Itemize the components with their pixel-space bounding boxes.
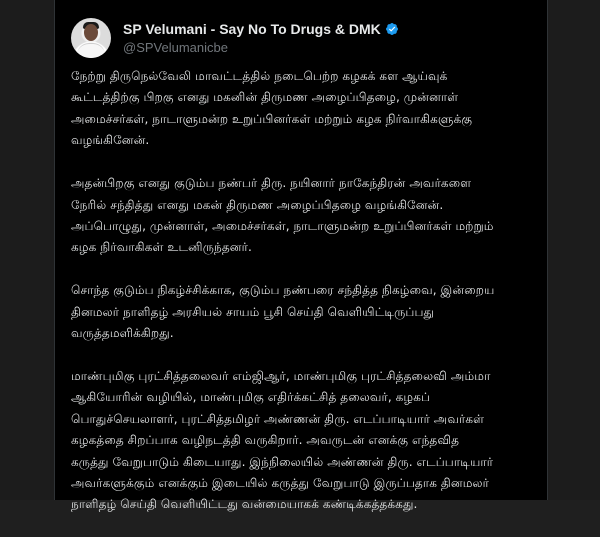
- author-avatar[interactable]: [71, 18, 111, 58]
- avatar-shirt: [77, 43, 105, 58]
- post-paragraph: நேற்று திருநெல்வேலி மாவட்டத்தில் நடைபெற்…: [71, 69, 473, 148]
- post-paragraph: மாண்புமிகு புரட்சித்தலைவர் எம்ஜிஆர், மாண…: [71, 368, 494, 512]
- post-paragraph: அதன்பிறகு எனது குடும்ப நண்பர் திரு. நயின…: [71, 176, 494, 255]
- post-panel: SP Velumani - Say No To Drugs & DMK @SPV…: [54, 0, 548, 511]
- author-handle[interactable]: @SPVelumanicbe: [123, 39, 399, 56]
- verified-badge-icon: [385, 23, 398, 36]
- post-paragraph: சொந்த குடும்ப நிகழ்ச்சிக்காக, குடும்ப நண…: [71, 283, 495, 341]
- author-display-name[interactable]: SP Velumani - Say No To Drugs & DMK: [123, 20, 381, 38]
- avatar-face: [84, 24, 98, 41]
- author-names: SP Velumani - Say No To Drugs & DMK @SPV…: [123, 20, 399, 56]
- post-header: SP Velumani - Say No To Drugs & DMK @SPV…: [71, 18, 399, 58]
- screen-backdrop: SP Velumani - Say No To Drugs & DMK @SPV…: [0, 0, 600, 511]
- display-name-row: SP Velumani - Say No To Drugs & DMK: [123, 20, 399, 38]
- post-body: நேற்று திருநெல்வேலி மாவட்டத்தில் நடைபெற்…: [71, 66, 531, 537]
